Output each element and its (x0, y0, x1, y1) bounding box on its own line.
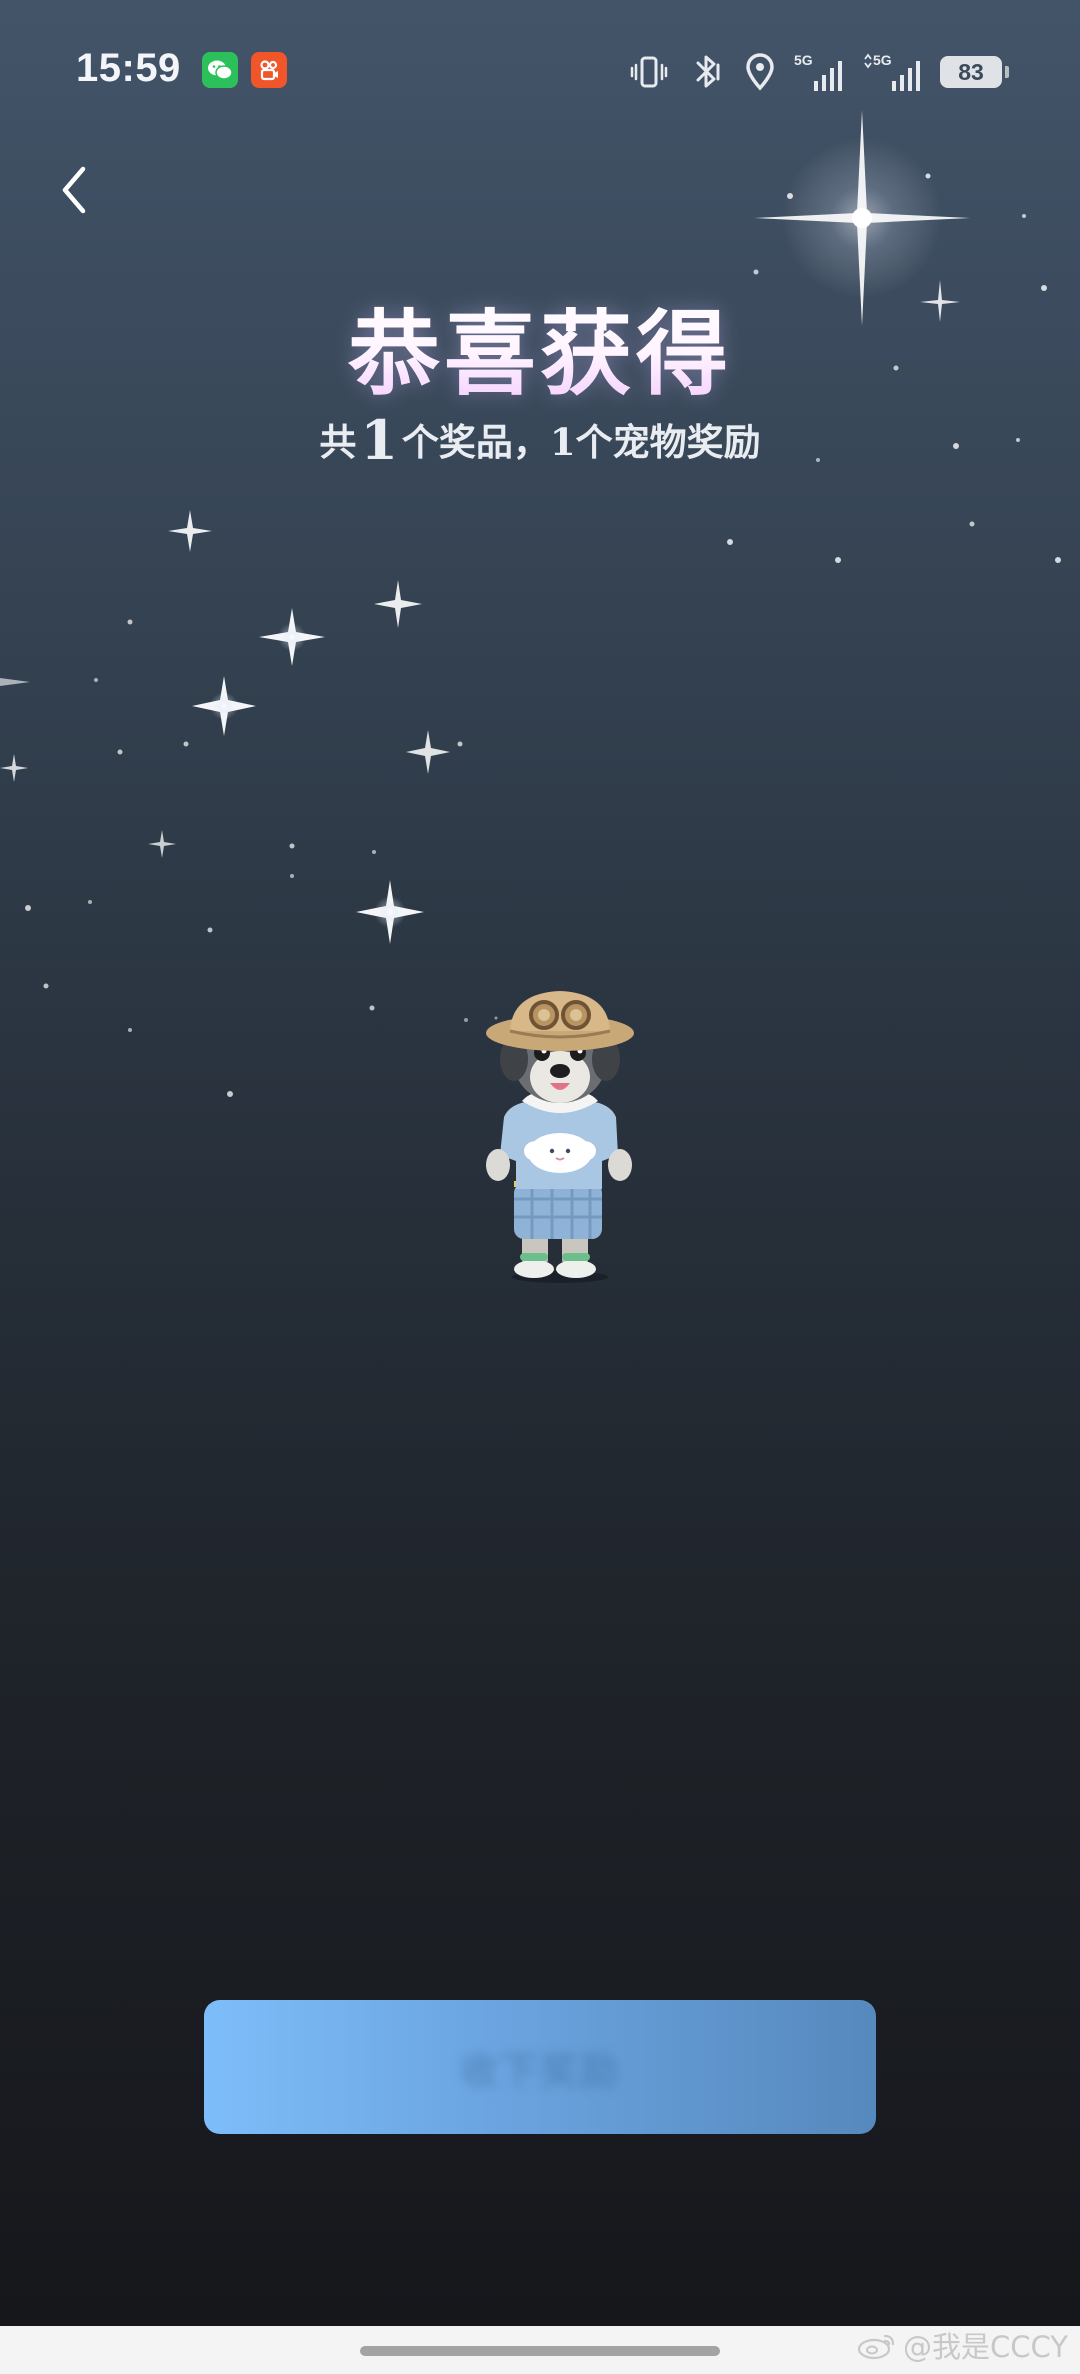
summary-prefix: 共 (319, 420, 357, 464)
watermark: @我是CCCY (857, 2324, 1068, 2366)
pet-schnauzer-illustration (486, 991, 634, 1283)
kuaishou-icon (251, 52, 287, 88)
bluetooth-icon (686, 53, 726, 91)
5g-signal-icon: 5G (862, 51, 922, 93)
battery-indicator: 83 (940, 56, 1009, 88)
prize-count: 1 (360, 408, 398, 472)
vibrate-icon (630, 54, 668, 90)
status-time: 15:59 (76, 46, 181, 90)
reward-summary: 共1 个奖品，1个宠物奖励 (0, 408, 1080, 472)
status-indicators: 5G 5G 83 (630, 50, 1009, 94)
status-bar: 15:59 5G 5G 83 (0, 0, 1080, 140)
location-icon (744, 53, 776, 91)
svg-text:5G: 5G (794, 52, 813, 68)
collect-reward-label: 收下奖励 (459, 2048, 620, 2093)
collect-reward-button[interactable]: 收下奖励 (204, 2000, 876, 2134)
wechat-icon (202, 52, 238, 88)
chevron-left-icon (62, 166, 86, 214)
summary-suffix: 个奖品，1个宠物奖励 (401, 420, 761, 464)
congrats-title: 恭喜获得 (0, 280, 1080, 413)
back-button[interactable] (44, 150, 104, 230)
svg-text:5G: 5G (873, 52, 892, 68)
5g-signal-icon: 5G (794, 51, 844, 93)
home-indicator[interactable] (360, 2346, 720, 2356)
weibo-icon (857, 2334, 895, 2360)
watermark-text: @我是CCCY (903, 2330, 1068, 2364)
